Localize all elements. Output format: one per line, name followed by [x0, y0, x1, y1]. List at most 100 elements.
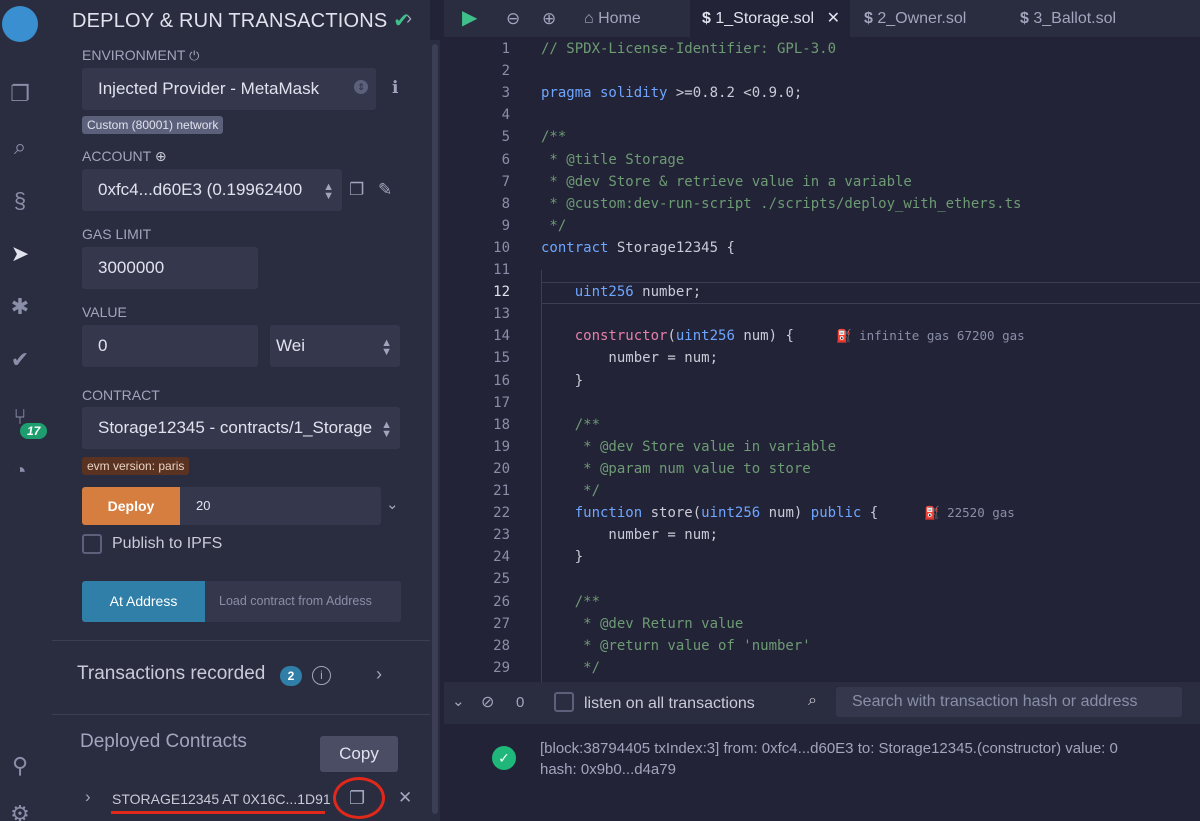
transaction-search-input[interactable]: Search with transaction hash or address: [836, 687, 1182, 717]
contract-label: CONTRACT: [82, 387, 160, 403]
annotation-circle: [333, 777, 385, 819]
info-circle-icon[interactable]: i: [312, 666, 331, 685]
line-number: 22: [493, 505, 510, 522]
plug-icon: ⏻: [189, 48, 200, 63]
at-address-button[interactable]: At Address: [82, 581, 205, 622]
zoom-in-icon[interactable]: ⊕: [542, 0, 556, 37]
log-line-hash: hash: 0x9b0...d4a79: [540, 761, 676, 778]
deployed-instance-label[interactable]: STORAGE12345 AT 0X16C...1D91: [112, 791, 331, 807]
load-contract-input[interactable]: Load contract from Address: [205, 581, 401, 622]
line-number: 4: [501, 107, 510, 124]
environment-label: ENVIRONMENT ⏻: [82, 47, 200, 63]
plugin-manager-icon[interactable]: ⚲: [6, 752, 34, 780]
value-unit-select[interactable]: Wei ▲ ▼: [270, 325, 400, 367]
divider: [52, 640, 430, 641]
code-text: */: [541, 659, 601, 676]
listen-label: listen on all transactions: [584, 695, 755, 712]
publish-ipfs-label: Publish to IPFS: [112, 535, 223, 552]
analysis-icon[interactable]: ◔: [6, 457, 34, 485]
chevron-right-icon[interactable]: ›: [376, 664, 382, 685]
line-number: 24: [493, 549, 510, 566]
code-text: */: [541, 483, 601, 499]
line-number: 5: [501, 129, 510, 146]
log-line-summary[interactable]: [block:38794405 txIndex:3] from: 0xfc4..…: [540, 740, 1118, 757]
expand-chevron-icon[interactable]: ›: [85, 787, 91, 807]
code-text: /**: [541, 129, 567, 146]
line-number: 23: [493, 527, 510, 544]
network-badge: Custom (80001) network: [82, 116, 224, 134]
chevron-right-icon[interactable]: ›: [406, 8, 412, 29]
close-tab-icon: ✕: [826, 10, 840, 27]
line-number: 7: [501, 173, 510, 190]
testing-icon[interactable]: ✔: [6, 346, 34, 374]
line-number: 13: [493, 306, 510, 323]
deploy-run-icon[interactable]: ➤: [6, 240, 34, 268]
tab-owner[interactable]: $ 2_Owner.sol: [864, 0, 1004, 37]
line-number: 2: [501, 63, 510, 80]
deploy-button[interactable]: Deploy: [82, 487, 180, 525]
deploy-run-panel: DEPLOY & RUN TRANSACTIONS ✔ › ENVIRONMEN…: [52, 0, 430, 821]
tab-storage[interactable]: $ 1_Storage.sol ✕: [690, 0, 850, 37]
code-editor[interactable]: 1// SPDX-License-Identifier: GPL-3.0 2 3 pr…: [444, 37, 1200, 682]
code-text: * @custom:dev-run-script ./scripts/deplo…: [541, 195, 1022, 212]
code-text: number = num;: [541, 527, 719, 544]
line-number: 14: [493, 328, 510, 345]
environment-select[interactable]: Injected Provider - MetaMask ⇕: [82, 68, 376, 110]
editor-tabs: ▶ ⊖ ⊕ ⌂ Home $ 1_Storage.sol ✕ $ 2_Owner…: [444, 0, 1200, 37]
line-number: 26: [493, 593, 510, 610]
collapse-terminal-icon[interactable]: ⌄: [452, 692, 465, 710]
success-icon: ✓: [492, 746, 516, 770]
account-select[interactable]: 0xfc4...d60E3 (0.19962400 ▲ ▼: [82, 169, 342, 211]
code-text: }: [541, 372, 584, 389]
line-number: 29: [493, 659, 510, 676]
line-number: 21: [493, 483, 510, 499]
value-input[interactable]: 0: [82, 325, 258, 367]
contract-select[interactable]: Storage12345 - contracts/1_Storage ▲ ▼: [82, 407, 400, 449]
info-icon[interactable]: ℹ: [392, 78, 398, 98]
icon-rail: ❐ ⌕ § ➤ ✱ ✔ ⑂ 17 ◔ ⚲ ⚙: [0, 0, 52, 821]
code-text: function store(uint256 num) public {: [574, 505, 879, 522]
chevron-down-icon[interactable]: ⌄: [386, 495, 399, 513]
transactions-recorded-label[interactable]: Transactions recorded: [77, 663, 265, 685]
search-icon[interactable]: ⌕: [6, 133, 34, 161]
listen-checkbox[interactable]: [554, 692, 574, 712]
remix-logo-icon[interactable]: [2, 6, 38, 42]
panel-scrollbar[interactable]: [430, 40, 440, 821]
line-number: 17: [493, 394, 510, 411]
clear-icon[interactable]: ⊘: [481, 692, 494, 712]
copy-tooltip: Copy: [320, 736, 398, 772]
code-text: * @title Storage: [541, 151, 685, 168]
code-text: uint256 number;: [574, 284, 702, 301]
file-explorer-icon[interactable]: ❐: [6, 80, 34, 108]
settings-icon[interactable]: ⚙: [6, 800, 34, 821]
evm-version-badge: evm version: paris: [82, 457, 190, 475]
line-number: 3: [501, 85, 510, 102]
terminal-output: ✓ [block:38794405 txIndex:3] from: 0xfc4…: [444, 724, 1200, 821]
zoom-out-icon[interactable]: ⊖: [506, 0, 520, 37]
run-icon[interactable]: ▶: [462, 0, 477, 37]
tab-home[interactable]: ⌂ Home: [584, 0, 684, 37]
line-number: 27: [493, 615, 510, 632]
close-icon[interactable]: ✕: [398, 788, 412, 808]
publish-ipfs-checkbox[interactable]: [82, 534, 102, 554]
debugger-icon[interactable]: ✱: [6, 293, 34, 321]
code-text: pragma solidity >=0.8.2 <0.9.0;: [541, 85, 803, 102]
code-text: number = num;: [541, 350, 719, 367]
transactions-count-badge: 2: [280, 666, 302, 686]
code-text: constructor(uint256 num) {: [574, 328, 794, 345]
solidity-file-icon: $: [864, 10, 873, 27]
gas-limit-input[interactable]: 3000000: [82, 247, 258, 289]
line-number: 6: [501, 151, 510, 168]
copy-account-icon[interactable]: ❐: [349, 180, 364, 200]
solidity-file-icon: $: [1020, 10, 1029, 27]
deploy-args-input[interactable]: 20: [180, 487, 381, 525]
code-text: // SPDX-License-Identifier: GPL-3.0: [541, 41, 837, 57]
panel-title: DEPLOY & RUN TRANSACTIONS ✔: [72, 10, 411, 32]
edit-icon[interactable]: ✎: [378, 180, 392, 200]
code-text: contract Storage12345 {: [541, 239, 735, 256]
line-number: 25: [493, 571, 510, 588]
solidity-compiler-icon[interactable]: §: [6, 187, 34, 215]
code-text: * @dev Store & retrieve value in a varia…: [541, 173, 912, 190]
line-number: 11: [493, 262, 510, 278]
tab-ballot[interactable]: $ 3_Ballot.sol: [1020, 0, 1160, 37]
